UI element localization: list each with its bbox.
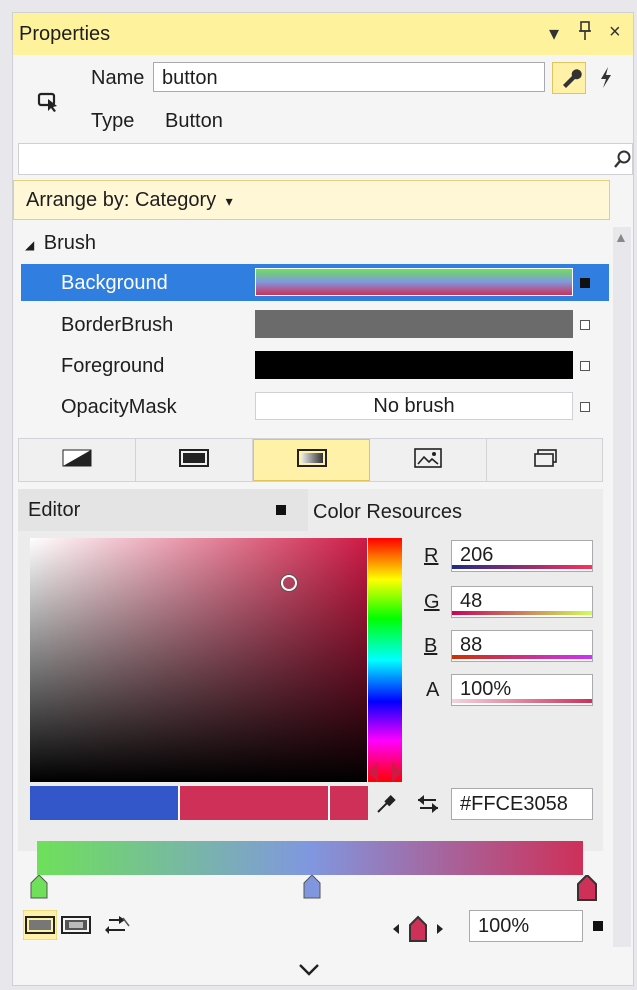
red-input[interactable]: 206: [451, 540, 593, 572]
blue-value: 88: [460, 634, 483, 656]
tab-solid-brush[interactable]: [136, 439, 253, 481]
green-input[interactable]: 48: [451, 586, 593, 618]
alpha-input[interactable]: 100%: [451, 674, 593, 706]
green-channel-bar: [452, 611, 592, 615]
brush-section-header[interactable]: ◢ Brush: [25, 232, 96, 255]
red-channel-bar: [452, 565, 592, 569]
editor-marker-icon: [276, 505, 286, 515]
current-color-preview: [178, 786, 368, 820]
brush-row-borderbrush[interactable]: BorderBrush: [21, 306, 609, 343]
gradient-brush-icon: [296, 448, 327, 473]
reverse-gradient-icon[interactable]: [105, 912, 133, 945]
arrange-label: Arrange by: Category: [26, 189, 217, 211]
red-label: R: [424, 545, 439, 567]
hex-color-input[interactable]: #FFCE3058: [451, 788, 593, 820]
previous-color-preview[interactable]: [30, 786, 178, 820]
image-brush-icon: [413, 447, 443, 474]
gradient-stop-middle[interactable]: [303, 874, 321, 904]
advanced-options-marker[interactable]: [580, 278, 590, 288]
alpha-value: 100%: [460, 678, 512, 700]
brush-row-label: Foreground: [61, 355, 165, 377]
tab-resource-brush[interactable]: [487, 439, 604, 481]
name-label: Name: [91, 67, 145, 89]
tab-gradient-brush[interactable]: [253, 439, 370, 481]
solid-brush-icon: [179, 448, 209, 473]
linear-gradient-icon[interactable]: [22, 909, 58, 945]
brush-swatch[interactable]: [255, 268, 573, 296]
gradient-bar[interactable]: [37, 841, 583, 875]
color-picker-marker[interactable]: [281, 575, 297, 591]
brush-row-label: Background: [61, 272, 168, 294]
properties-button[interactable]: [552, 62, 586, 94]
gradient-stop-start[interactable]: [30, 874, 48, 904]
properties-panel: Properties ▾ × Name button Type Button A…: [12, 12, 634, 986]
advanced-options-marker[interactable]: [580, 320, 590, 330]
name-input[interactable]: button: [153, 62, 545, 92]
tab-null-brush[interactable]: [19, 439, 136, 481]
search-input[interactable]: [18, 143, 633, 175]
saturation-value-picker[interactable]: [30, 538, 367, 782]
blue-channel-bar: [452, 655, 592, 659]
preview-divider: [328, 786, 330, 820]
brush-swatch[interactable]: [255, 351, 573, 379]
scroll-up-icon[interactable]: ▲: [614, 229, 628, 245]
brush-row-label: BorderBrush: [61, 314, 174, 336]
brush-row-label: OpacityMask: [61, 396, 177, 418]
gradient-offset-input[interactable]: 100%: [469, 910, 583, 942]
stop-navigation-icon[interactable]: [393, 915, 443, 948]
hue-handle-icon: [368, 762, 402, 782]
advanced-options-marker[interactable]: [580, 402, 590, 412]
brush-swatch[interactable]: No brush: [255, 392, 573, 420]
close-icon[interactable]: ×: [609, 21, 621, 44]
tab-color-resources[interactable]: Color Resources: [313, 501, 462, 524]
pin-icon[interactable]: [578, 21, 592, 47]
panel-title: Properties: [19, 23, 111, 45]
brush-swatch[interactable]: [255, 310, 573, 338]
editor-tab-label: Editor: [28, 499, 81, 521]
scrollbar[interactable]: [613, 227, 631, 947]
tab-editor[interactable]: Editor: [18, 489, 308, 531]
red-value: 206: [460, 544, 494, 566]
blue-input[interactable]: 88: [451, 630, 593, 662]
collapse-triangle-icon: ◢: [25, 238, 35, 252]
eyedropper-icon[interactable]: [375, 793, 397, 820]
alpha-label: A: [426, 679, 440, 701]
search-icon: [613, 149, 633, 174]
dropdown-icon[interactable]: ▾: [549, 21, 559, 46]
green-value: 48: [460, 590, 483, 612]
alpha-channel-bar: [452, 699, 592, 703]
brush-row-background[interactable]: Background: [21, 264, 609, 301]
selection-icon: [37, 91, 59, 118]
offset-marker-icon[interactable]: [593, 921, 603, 931]
brush-row-opacitymask[interactable]: OpacityMask No brush: [21, 388, 609, 425]
arrange-caret-icon: ▾: [225, 193, 233, 209]
type-value: Button: [165, 110, 223, 132]
type-label: Type: [91, 110, 135, 132]
green-label: G: [424, 591, 440, 613]
null-brush-icon: [62, 448, 92, 473]
resource-brush-icon: [531, 448, 561, 473]
radial-gradient-icon[interactable]: [59, 910, 93, 945]
gradient-stop-end[interactable]: [577, 873, 597, 906]
events-button[interactable]: [590, 62, 624, 94]
brush-type-tabs: [18, 438, 603, 482]
brush-section-label: Brush: [43, 232, 97, 254]
title-bar: Properties ▾ ×: [13, 13, 633, 55]
brush-row-foreground[interactable]: Foreground: [21, 347, 609, 384]
arrange-by-dropdown[interactable]: Arrange by: Category ▾: [13, 180, 610, 220]
tab-image-brush[interactable]: [370, 439, 487, 481]
advanced-options-marker[interactable]: [580, 361, 590, 371]
expand-chevron-icon[interactable]: [298, 957, 320, 983]
swap-icon[interactable]: [416, 793, 440, 820]
hue-slider[interactable]: [368, 538, 402, 782]
blue-label: B: [424, 635, 438, 657]
